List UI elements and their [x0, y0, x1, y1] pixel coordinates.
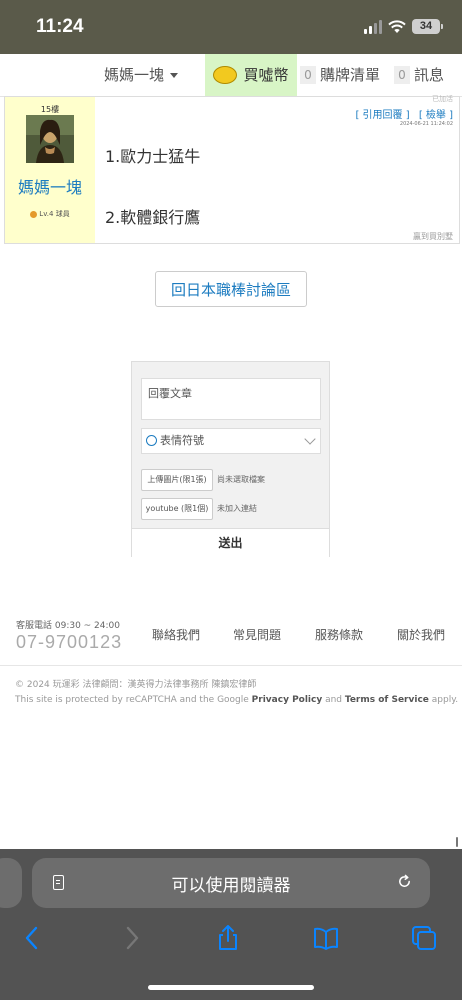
wifi-icon — [388, 19, 406, 33]
author-name[interactable]: 媽媽一塊 — [5, 174, 95, 198]
site-nav: 媽媽一塊 買噓幣 0 購牌清單 0 訊息 — [0, 54, 462, 97]
footer-divider — [0, 665, 462, 666]
cart-count-badge: 0 — [300, 65, 316, 84]
cart-link[interactable]: 0 購牌清單 — [300, 54, 388, 96]
share-icon[interactable] — [214, 924, 242, 952]
level-icon — [30, 210, 38, 218]
support-phone-label: 客服電話 09:30 ~ 24:00 — [16, 621, 120, 631]
floor-number: 15樓 — [40, 105, 60, 114]
post-date: 2024-06-21 11:24:02 — [399, 121, 453, 127]
post-cutoff-text: 已加活 — [432, 95, 453, 103]
avatar[interactable] — [26, 115, 74, 163]
tabs-icon[interactable] — [410, 924, 438, 952]
upload-image-button[interactable]: 上傳圖片(限1張) — [141, 469, 213, 491]
reply-textarea[interactable]: 回覆文章 — [141, 378, 321, 420]
reader-available-text: 可以使用閱讀器 — [171, 876, 291, 896]
emoji-select-label: 表情符號 — [160, 434, 204, 447]
privacy-policy-link[interactable]: Privacy Policy — [252, 695, 323, 705]
caret-down-icon — [170, 73, 178, 78]
upload-image-status: 尚未選取檔案 — [217, 475, 265, 484]
author-level-text: Lv.4 球員 — [39, 210, 70, 218]
recaptcha-apply: apply. — [428, 695, 459, 705]
smile-icon — [146, 434, 157, 446]
recaptcha-and: and — [322, 695, 345, 705]
status-bar: 11:24 34 — [0, 0, 462, 54]
footer-link-faq[interactable]: 常見問題 — [233, 626, 281, 643]
chevron-down-icon — [304, 433, 316, 445]
user-menu-label: 媽媽一塊 — [103, 66, 164, 84]
youtube-link-status: 未加入連結 — [217, 504, 257, 513]
buy-coin-button[interactable]: 買噓幣 — [205, 54, 297, 96]
footer-link-about[interactable]: 關於我們 — [397, 626, 445, 643]
home-indicator — [148, 985, 314, 990]
forward-arrow-icon[interactable] — [118, 924, 146, 952]
youtube-link-button[interactable]: youtube (限1個) — [141, 498, 213, 520]
signal-icon — [364, 19, 382, 34]
status-icons: 34 — [364, 19, 443, 34]
messages-link[interactable]: 0 訊息 — [394, 54, 462, 96]
quote-reply-link[interactable]: [ 引用回覆 ] — [355, 110, 409, 121]
terms-of-service-link[interactable]: Terms of Service — [345, 695, 429, 705]
back-to-forum-button[interactable]: 回日本職棒討論區 — [155, 271, 307, 307]
post-tools: [ 引用回覆 ] [ 檢舉 ] — [349, 106, 453, 121]
footer-link-terms[interactable]: 服務條款 — [315, 626, 363, 643]
avatar-image — [26, 115, 74, 163]
emoji-select[interactable]: 表情符號 — [141, 428, 321, 454]
post-signature: 贏到買別墅 — [413, 232, 453, 241]
back-arrow-icon[interactable] — [18, 924, 46, 952]
coin-icon — [213, 65, 238, 84]
scroll-indicator — [456, 837, 458, 847]
submit-button[interactable]: 送出 — [132, 528, 329, 557]
status-time: 11:24 — [36, 16, 84, 37]
recaptcha-text: This site is protected by reCAPTCHA and … — [15, 695, 252, 705]
post-content-line: 1.歐力士猛牛 — [105, 147, 201, 166]
post-content-line: 2.軟體銀行鷹 — [105, 208, 201, 227]
copyright: © 2024 玩運彩 法律顧問：漢英得力法律事務所 陳鎮宏律師 — [15, 680, 257, 690]
forum-post: 已加活 15樓 媽媽一塊 Lv.4 球員 [ 引用回覆 ] [ 檢舉 ] 202… — [4, 95, 460, 244]
recaptcha-notice: This site is protected by reCAPTCHA and … — [15, 695, 458, 705]
reload-icon[interactable] — [397, 874, 412, 889]
cart-label: 購牌清單 — [320, 66, 381, 84]
message-count-badge: 0 — [394, 65, 410, 84]
user-menu[interactable]: 媽媽一塊 — [88, 54, 194, 96]
bookmarks-icon[interactable] — [312, 924, 340, 952]
author-level: Lv.4 球員 — [5, 209, 95, 219]
messages-label: 訊息 — [414, 66, 445, 84]
reply-form: 回覆文章 表情符號 上傳圖片(限1張) 尚未選取檔案 youtube (限1個)… — [131, 361, 330, 557]
footer-link-contact[interactable]: 聯絡我們 — [152, 626, 200, 643]
support-phone[interactable]: 07-9700123 — [16, 632, 122, 653]
post-author-panel: 15樓 媽媽一塊 Lv.4 球員 — [5, 97, 95, 243]
report-link[interactable]: [ 檢舉 ] — [419, 110, 453, 121]
buy-coin-label: 買噓幣 — [243, 66, 289, 84]
battery-icon: 34 — [412, 19, 443, 34]
